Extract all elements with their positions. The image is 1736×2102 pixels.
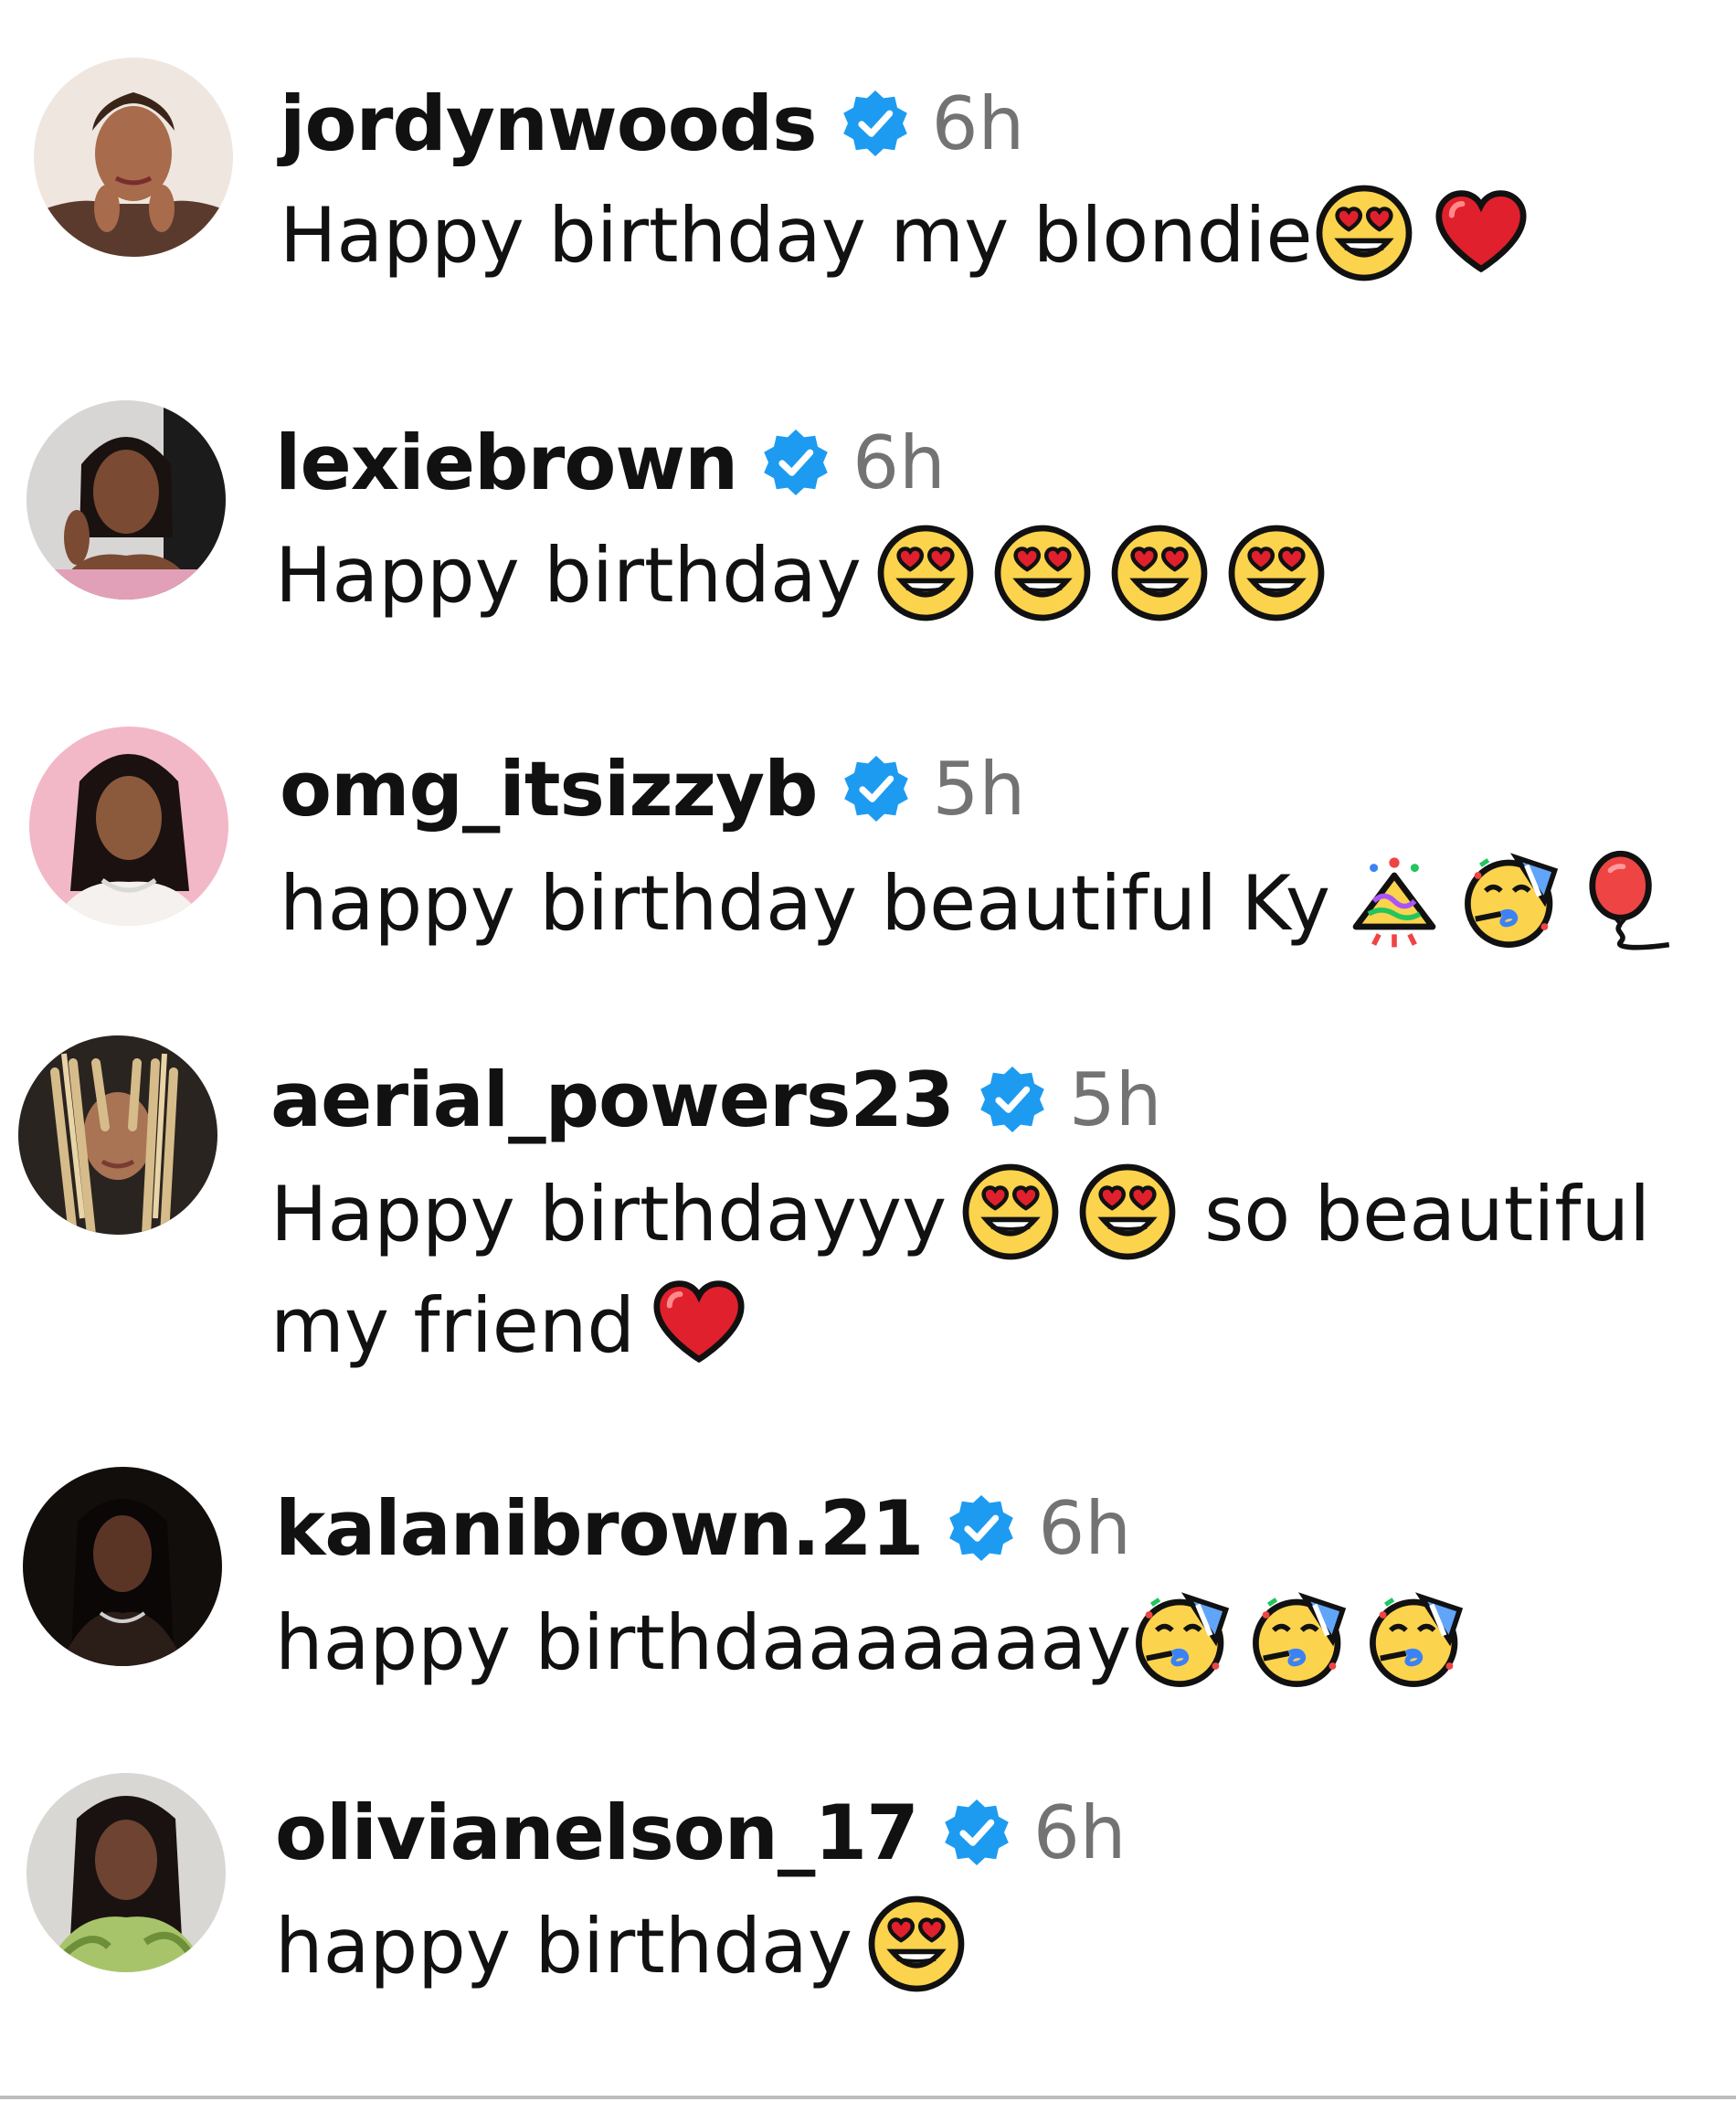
partying-face-emoji-icon xyxy=(1131,1589,1233,1692)
heart-eyes-emoji-icon xyxy=(1225,522,1328,624)
comment-timestamp[interactable]: 6h xyxy=(852,420,946,505)
red-heart-emoji-icon xyxy=(648,1272,750,1375)
red-heart-emoji-icon xyxy=(1430,182,1532,284)
partying-face-emoji-icon xyxy=(1365,1589,1467,1692)
comment-body: Happy birthday xyxy=(275,519,1342,632)
avatar[interactable] xyxy=(26,1773,226,1972)
comment-body-line2: my friend xyxy=(270,1269,765,1383)
comment-text: Happy birthday my blondie xyxy=(280,191,1313,280)
comment-text-continued: so beautiful xyxy=(1204,1170,1651,1258)
comment-username[interactable]: jordynwoods xyxy=(280,80,818,168)
partying-face-emoji-icon xyxy=(1460,850,1562,952)
verified-badge-icon xyxy=(759,426,832,499)
comment-body: Happy birthday my blondie xyxy=(280,179,1547,292)
comment-text: happy birthdaaaaaaay xyxy=(275,1598,1132,1687)
comment-text: Happy birthday xyxy=(275,531,862,620)
comment-text: Happy birthdayyy xyxy=(270,1170,947,1258)
heart-eyes-emoji-icon xyxy=(1076,1161,1179,1263)
comment-timestamp[interactable]: 6h xyxy=(932,81,1025,166)
avatar[interactable] xyxy=(34,58,233,257)
comment-username[interactable]: omg_itsizzyb xyxy=(280,745,819,833)
avatar[interactable] xyxy=(23,1467,222,1666)
comment-timestamp[interactable]: 5h xyxy=(1069,1057,1162,1142)
avatar[interactable] xyxy=(26,400,226,600)
divider xyxy=(0,2096,1736,2099)
comment-timestamp[interactable]: 6h xyxy=(1033,1790,1127,1875)
heart-eyes-emoji-icon xyxy=(959,1161,1062,1263)
heart-eyes-emoji-icon xyxy=(874,522,977,624)
party-popper-emoji-icon xyxy=(1343,850,1445,952)
comment-text: happy birthday xyxy=(275,1902,853,1991)
comment-username[interactable]: kalanibrown.21 xyxy=(275,1484,924,1573)
verified-badge-icon xyxy=(940,1796,1013,1869)
comment-username[interactable]: aerial_powers23 xyxy=(270,1056,955,1144)
heart-eyes-emoji-icon xyxy=(865,1893,968,1995)
comment-body: Happy birthdayyy so beautiful xyxy=(270,1158,1650,1271)
comment-username[interactable]: lexiebrown xyxy=(275,419,738,507)
verified-badge-icon xyxy=(839,87,912,160)
comment-username[interactable]: olivianelson_17 xyxy=(275,1789,919,1877)
comment-body: happy birthday beautiful Ky xyxy=(280,847,1694,961)
heart-eyes-emoji-icon xyxy=(1108,522,1211,624)
comments-list: jordynwoods 6h Happy birthday my blondie xyxy=(0,0,1736,2102)
verified-badge-icon xyxy=(945,1492,1018,1565)
avatar[interactable] xyxy=(29,727,228,926)
verified-badge-icon xyxy=(976,1063,1049,1136)
avatar[interactable] xyxy=(18,1035,217,1235)
comment-timestamp[interactable]: 6h xyxy=(1038,1486,1131,1571)
comment-text-line2: my friend xyxy=(270,1281,636,1370)
verified-badge-icon xyxy=(840,752,913,825)
comment-body: happy birthday xyxy=(275,1890,982,2003)
partying-face-emoji-icon xyxy=(1248,1589,1350,1692)
comment-text: happy birthday beautiful Ky xyxy=(280,859,1331,948)
balloon-emoji-icon xyxy=(1577,850,1679,952)
comment-body: happy birthdaaaaaaay xyxy=(275,1587,1482,1700)
heart-eyes-emoji-icon xyxy=(1313,182,1415,284)
comment-timestamp[interactable]: 5h xyxy=(933,747,1026,832)
heart-eyes-emoji-icon xyxy=(991,522,1094,624)
